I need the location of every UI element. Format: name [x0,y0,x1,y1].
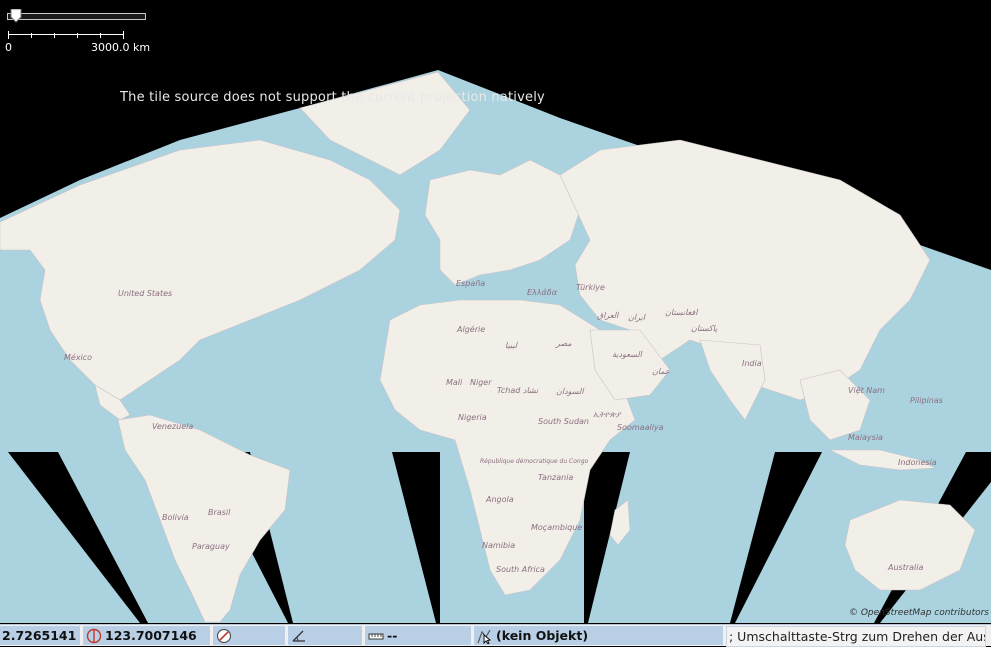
label-south-africa: South Africa [496,565,545,574]
label-saudi: السعودية [612,350,643,359]
scale-tick [31,33,32,38]
scale-max-label: 3000.0 km [91,41,151,54]
scale-tick [8,31,9,39]
label-drc: République démocratique du Congo [480,458,589,465]
label-tchad: Tchad تشاد [497,386,539,395]
label-pakistan: پاکستان [691,324,718,333]
status-bar: 2.7265141 123.7007146 -- (kein Objekt) ;… [0,624,991,647]
help-text-field: ; Umschalttaste-Strg zum Drehen der Ausw [726,626,986,647]
scale-tick [100,33,101,38]
label-mexico: México [64,352,92,362]
label-egypt: مصر [555,339,572,348]
latitude-field[interactable]: 2.7265141 [0,626,80,645]
label-australia: Australia [887,563,923,572]
compass-icon [216,628,232,643]
label-paraguay: Paraguay [192,542,230,551]
label-niger: Niger [470,378,492,387]
label-philippines: Pilipinas [910,396,943,405]
latitude-value: 2.7265141 [2,628,77,643]
label-tanzania: Tanzania [538,473,573,482]
label-mozambique: Moçambique [531,523,582,532]
scale-zero-label: 0 [5,41,12,54]
label-somalia: Soomaaliya [617,423,664,432]
label-greece: Ελλάδα [527,288,558,297]
label-iran: ایران [628,313,646,322]
label-angola: Angola [485,495,514,504]
label-afghanistan: افغانستان [665,308,698,317]
scale-tick [54,33,55,38]
label-turkiye: Türkiye [576,283,605,292]
label-venezuela: Venezuela [152,422,193,431]
label-united-states: United States [118,289,172,298]
heading-field[interactable] [213,626,285,645]
longitude-value: 123.7007146 [105,628,197,643]
object-value: (kein Objekt) [496,628,589,643]
label-india: India [742,359,762,368]
scale-bar-line [8,34,124,35]
select-object-icon [477,629,492,644]
angle-field[interactable] [288,626,362,645]
label-sudan: السودان [556,387,584,396]
zoom-slider-track[interactable] [7,13,146,20]
label-algerie: Algérie [456,324,485,334]
angle-icon [292,630,305,642]
distance-field[interactable]: -- [365,626,471,645]
label-vietnam: Việt Nam [848,386,885,395]
scale-tick [123,31,124,39]
distance-value: -- [387,628,398,643]
label-bolivia: Bolivia [162,513,189,522]
label-oman: عمان [652,367,670,376]
scale-bar: 0 3000.0 km [5,29,165,57]
label-libya: ليبيا [505,341,519,350]
help-text: ; Umschalttaste-Strg zum Drehen der Ausw [729,629,986,644]
scale-tick [77,33,78,38]
label-mali: Mali [446,378,463,387]
label-malaysia: Malaysia [848,433,883,442]
longitude-icon [86,628,102,643]
projection-warning: The tile source does not support the cur… [120,90,545,105]
label-ethiopia: ኢትዮጵያ [593,410,622,419]
label-brasil: Brasil [208,508,231,517]
label-nigeria: Nigeria [458,413,487,422]
longitude-field[interactable]: 123.7007146 [83,626,210,645]
map-attribution[interactable]: © OpenStreetMap contributors [849,608,989,618]
label-indonesia: Indonesia [898,458,937,467]
label-namibia: Namibia [482,541,515,550]
label-iraq: العراق [597,311,619,320]
label-south-sudan: South Sudan [538,417,589,426]
ruler-icon [368,633,384,639]
zoom-slider[interactable] [7,9,147,23]
label-espana: España [456,279,485,288]
zoom-slider-thumb[interactable] [10,9,22,23]
object-field[interactable]: (kein Objekt) [474,626,723,645]
